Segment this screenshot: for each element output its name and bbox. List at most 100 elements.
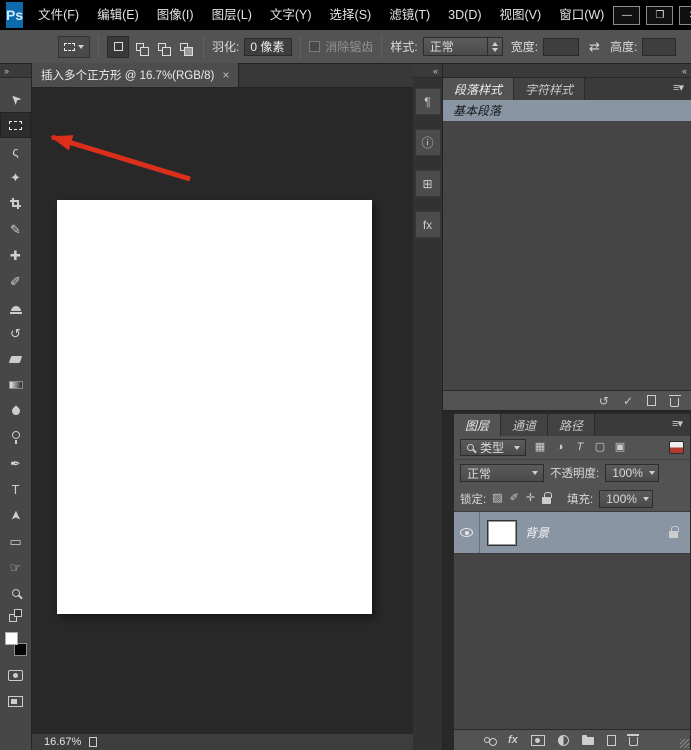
menubar-item[interactable]: 编辑(E) (88, 0, 148, 30)
lock-position-icon[interactable]: ✛ (526, 493, 535, 504)
link-layers-icon[interactable] (484, 737, 497, 746)
filter-adjustment-layers-icon[interactable]: ◑ (552, 440, 568, 456)
filter-smart-objects-icon[interactable]: ▣ (612, 440, 628, 456)
swap-width-height-icon[interactable]: ⇄ (587, 39, 602, 55)
paragraph-panel-icon[interactable]: ¶ (414, 88, 441, 115)
new-group-icon[interactable] (581, 735, 594, 745)
dock-header[interactable]: « (443, 64, 691, 78)
clone-stamp-tool[interactable] (0, 294, 31, 320)
layer-row-background[interactable]: 背景 (454, 512, 690, 554)
blend-mode-select[interactable]: 正常 (460, 464, 544, 482)
maximize-button[interactable]: ❐ (646, 5, 674, 25)
canvas[interactable] (32, 88, 413, 733)
menubar-item[interactable]: 视图(V) (491, 0, 551, 30)
menubar-item[interactable]: 选择(S) (321, 0, 381, 30)
swatches-panel-icon[interactable]: ⊞ (414, 170, 441, 197)
close-document-icon[interactable]: × (222, 68, 229, 82)
layer-style-icon[interactable]: fx (508, 734, 518, 746)
tool-icon: T (11, 481, 20, 497)
layer-visibility-toggle[interactable] (454, 512, 480, 553)
menubar-item[interactable]: 滤镜(T) (380, 0, 439, 30)
lock-pixels-icon[interactable]: ✐ (510, 493, 519, 504)
menubar-item[interactable]: 文字(Y) (261, 0, 321, 30)
intersect-selection-button[interactable] (173, 36, 195, 58)
spot-healing-brush-tool[interactable]: ✚ (0, 242, 31, 268)
panel-tab[interactable]: 段落样式 (443, 78, 515, 100)
panel-menu-icon[interactable]: ≡▾ (665, 81, 691, 94)
swap-colors-icon[interactable] (0, 606, 31, 624)
tool-preset-picker[interactable] (58, 35, 90, 58)
hand-tool[interactable]: ☞ (0, 554, 31, 580)
info-panel-icon[interactable]: ⓘ (414, 129, 441, 156)
new-layer-icon[interactable] (606, 734, 616, 746)
blur-tool[interactable] (0, 398, 31, 424)
delete-layer-icon[interactable] (627, 734, 640, 746)
lock-all-icon[interactable] (542, 492, 552, 504)
new-style-icon[interactable] (647, 395, 656, 406)
apply-style-icon[interactable]: ✓ (623, 395, 633, 407)
panel-tab[interactable]: 字符样式 (514, 78, 586, 100)
width-input[interactable] (543, 37, 580, 56)
layer-thumbnail[interactable] (488, 520, 516, 545)
antialias-checkbox[interactable] (309, 41, 321, 52)
filter-pixel-layers-icon[interactable]: ▦ (532, 440, 548, 456)
styles-panel-icon[interactable]: fx (414, 211, 441, 238)
new-selection-button[interactable] (107, 35, 129, 58)
panel-tab[interactable]: 图层 (454, 414, 502, 436)
menubar-item[interactable]: 窗口(W) (550, 0, 613, 30)
document-info-icon[interactable] (89, 737, 98, 747)
foreground-background-colors[interactable] (4, 632, 27, 656)
lasso-tool[interactable]: ς (0, 138, 31, 164)
zoom-tool[interactable] (0, 580, 31, 606)
path-selection-tool[interactable]: ➤ (0, 502, 31, 528)
fill-select[interactable]: 100% (599, 489, 654, 508)
menubar-item[interactable]: 文件(F) (29, 0, 88, 30)
filter-shape-layers-icon[interactable]: ▢ (592, 440, 608, 456)
add-selection-button[interactable] (129, 36, 151, 58)
dodge-tool[interactable] (0, 424, 31, 450)
tools-panel-header[interactable]: » (0, 64, 31, 78)
pen-tool[interactable]: ✒ (0, 450, 31, 476)
foreground-color-swatch[interactable] (4, 632, 18, 645)
brush-tool[interactable]: ✐ (0, 268, 31, 294)
history-brush-tool[interactable]: ↺ (0, 320, 31, 346)
panel-tab[interactable]: 路径 (548, 414, 596, 436)
zoom-level[interactable]: 16.67% (44, 736, 81, 748)
eraser-tool[interactable] (0, 346, 31, 372)
close-button[interactable]: ✕ (679, 5, 691, 25)
gradient-tool[interactable] (0, 372, 31, 398)
lock-transparency-icon[interactable]: ▨ (492, 493, 502, 504)
panel-menu-icon[interactable]: ≡▾ (664, 417, 690, 430)
paragraph-style-row[interactable]: 基本段落 (443, 100, 691, 121)
filter-kind-select[interactable]: 类型 (460, 439, 526, 456)
delete-style-icon[interactable] (668, 394, 681, 407)
style-select[interactable]: 正常 (422, 37, 503, 56)
opacity-select[interactable]: 100% (605, 464, 660, 482)
document-page[interactable] (57, 200, 372, 614)
rectangular-marquee-tool[interactable] (0, 112, 31, 138)
height-input[interactable] (642, 37, 677, 56)
move-tool[interactable]: ➤ (0, 86, 31, 112)
document-tab[interactable]: 插入多个正方形 @ 16.7%(RGB/8) × (32, 63, 240, 87)
panel-tab[interactable]: 通道 (501, 414, 549, 436)
add-layer-mask-icon[interactable] (530, 734, 545, 746)
menubar-item[interactable]: 图像(I) (148, 0, 203, 30)
menubar-item[interactable]: 图层(L) (203, 0, 261, 30)
reset-style-icon[interactable]: ↺ (599, 395, 609, 407)
feather-input[interactable]: 0 像素 (244, 37, 293, 56)
subtract-selection-button[interactable] (151, 36, 173, 58)
resize-grip[interactable] (680, 739, 689, 748)
eyedropper-tool[interactable]: ✎ (0, 216, 31, 242)
screen-mode-button[interactable] (0, 688, 31, 714)
type-tool[interactable]: T (0, 476, 31, 502)
rectangle-tool[interactable]: ▭ (0, 528, 31, 554)
quick-mask-button[interactable] (0, 662, 31, 688)
filter-type-layers-icon[interactable]: T (572, 440, 588, 456)
menubar-item[interactable]: 3D(D) (439, 0, 490, 30)
new-adjustment-layer-icon[interactable] (557, 734, 569, 746)
quick-selection-tool[interactable]: ✦ (0, 164, 31, 190)
minimize-button[interactable]: — (613, 5, 641, 25)
layer-filter-toggle[interactable] (669, 441, 684, 454)
crop-tool[interactable] (0, 190, 31, 216)
dock-header[interactable]: « (413, 64, 442, 78)
